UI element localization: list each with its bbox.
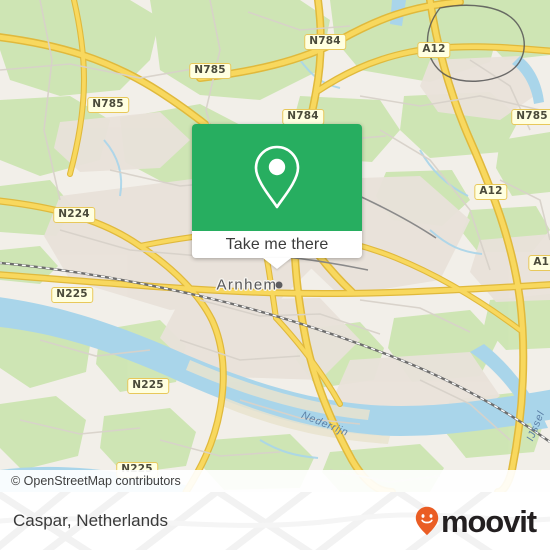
map-canvas[interactable]: N784 A12 N785 N785 N784 N785 A12 N224 A1… bbox=[0, 0, 550, 492]
place-label-arnhem: Arnhem bbox=[216, 276, 278, 294]
road-shield[interactable]: A12 bbox=[474, 184, 508, 200]
callout-pointer-tail bbox=[263, 258, 291, 269]
road-shield[interactable]: N224 bbox=[53, 207, 95, 223]
moovit-wordmark: moovit bbox=[440, 503, 537, 539]
moovit-smiley-pin-icon bbox=[415, 506, 439, 536]
take-me-there-label: Take me there bbox=[225, 235, 329, 253]
screenshot-root: N784 A12 N785 N785 N784 N785 A12 N224 A1… bbox=[0, 0, 550, 550]
callout-header bbox=[192, 124, 362, 231]
road-shield[interactable]: N785 bbox=[511, 109, 550, 125]
map-attribution-bar: © OpenStreetMap contributors bbox=[0, 470, 550, 492]
map-pin-icon bbox=[254, 145, 300, 208]
road-shield[interactable]: N784 bbox=[304, 34, 346, 50]
attribution-text[interactable]: © OpenStreetMap contributors bbox=[0, 474, 181, 488]
moovit-brand[interactable]: moovit bbox=[414, 506, 550, 537]
road-shield[interactable]: N785 bbox=[87, 97, 129, 113]
road-shield[interactable]: A12 bbox=[417, 42, 451, 58]
location-callout-card[interactable]: Take me there bbox=[192, 124, 362, 269]
road-shield[interactable]: N784 bbox=[282, 109, 324, 125]
road-shield[interactable]: N785 bbox=[189, 63, 231, 79]
footer-bar: Caspar, Netherlands moovit bbox=[0, 492, 550, 550]
road-shield[interactable]: N225 bbox=[51, 287, 93, 303]
footer-place-title: Caspar, Netherlands bbox=[13, 511, 168, 530]
city-dot-icon bbox=[275, 281, 283, 289]
callout-footer[interactable]: Take me there bbox=[192, 231, 362, 258]
road-shield[interactable]: A12 bbox=[528, 255, 550, 271]
road-shield[interactable]: N225 bbox=[127, 378, 169, 394]
